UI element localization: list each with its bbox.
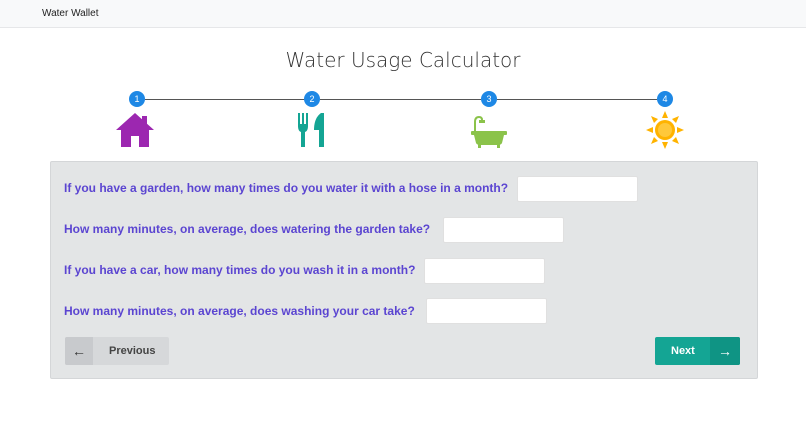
stepper-connector xyxy=(497,99,657,100)
question-car-frequency-label: If you have a car, how many times do you… xyxy=(64,263,416,277)
stepper-connector xyxy=(320,99,481,100)
navbar: Water Wallet xyxy=(0,0,806,28)
step-1-number[interactable]: 1 xyxy=(129,91,145,107)
next-button[interactable]: Next → xyxy=(655,337,740,365)
garden-minutes-input[interactable] xyxy=(443,217,564,243)
arrow-left-icon: ← xyxy=(65,337,93,365)
page-title: Water Usage Calculator xyxy=(285,48,521,72)
previous-button[interactable]: ← Previous xyxy=(65,337,169,365)
next-button-label: Next xyxy=(671,345,695,357)
step-2-number[interactable]: 2 xyxy=(304,91,320,107)
arrow-right-icon: → xyxy=(710,337,740,365)
stepper-connector xyxy=(145,99,305,100)
utensils-icon xyxy=(292,110,334,150)
house-icon xyxy=(114,110,156,150)
garden-frequency-input[interactable] xyxy=(517,176,638,202)
brand-logo-text[interactable]: Water Wallet xyxy=(42,8,99,19)
step-3-number[interactable]: 3 xyxy=(481,91,497,107)
question-garden-minutes-label: How many minutes, on average, does water… xyxy=(64,222,431,236)
question-car-minutes-label: How many minutes, on average, does washi… xyxy=(64,304,415,318)
question-garden-frequency-label: If you have a garden, how many times do … xyxy=(64,181,509,195)
step-4-number[interactable]: 4 xyxy=(657,91,673,107)
car-minutes-input[interactable] xyxy=(426,298,547,324)
previous-button-label: Previous xyxy=(109,345,156,357)
car-frequency-input[interactable] xyxy=(424,258,545,284)
bathtub-icon xyxy=(468,110,510,150)
sun-icon xyxy=(644,110,686,150)
